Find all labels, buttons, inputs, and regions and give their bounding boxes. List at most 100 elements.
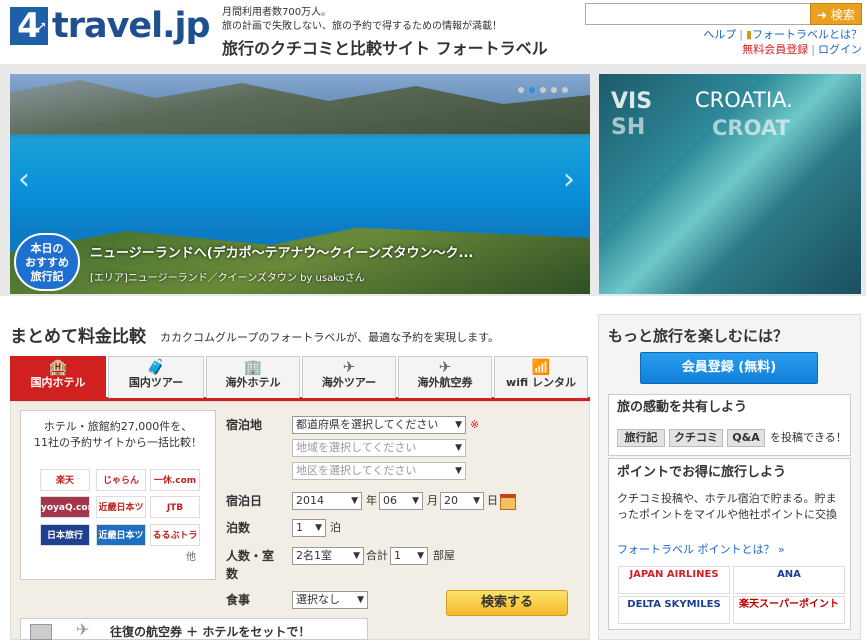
prefecture-select[interactable]: 都道府県を選択してください ▼ [292, 416, 466, 434]
partner-logo: 近畿日本ツーリスト [96, 496, 146, 518]
hero-subtitle[interactable]: [エリア]ニュージーランド／クイーンズタウン by usakoさん [90, 272, 365, 286]
air-hotel-text: 往復の航空券 ＋ ホテルをセットで！ [110, 625, 311, 639]
site-title: 旅行のクチコミと比較サイト フォートラベル [222, 39, 548, 58]
tab-0[interactable]: 🏨 国内ホテル [10, 356, 106, 398]
slide-next-icon[interactable]: › [563, 165, 575, 195]
year-value: 2014 [296, 494, 324, 507]
compare-description: カカクコムグループのフォートラベルが、最適な予約を実現します。 [160, 331, 500, 344]
people-select[interactable]: 2名1室 ▼ [292, 547, 364, 565]
year-select[interactable]: 2014 ▼ [292, 492, 362, 510]
about-link[interactable]: フォートラベルとは？ [752, 28, 862, 41]
tab-4[interactable]: ✈ 海外航空券 [398, 356, 492, 398]
side-banner-text-1: VIS [611, 89, 653, 114]
tab-5[interactable]: 📶 wifi レンタル [494, 356, 588, 398]
jal-logo: JAPAN AIRLINES [618, 566, 730, 594]
register-link[interactable]: 無料会員登録 [742, 43, 808, 56]
search-button[interactable]: ➜ 検索 [810, 3, 862, 25]
partner-logo: るるぶトラベル [150, 524, 200, 546]
chip-qa[interactable]: Q&A [727, 429, 765, 447]
tab-2[interactable]: 🏢 海外ホテル [206, 356, 300, 398]
pagination-dot[interactable] [518, 87, 524, 93]
chevron-down-icon: ▼ [412, 496, 419, 506]
compare-tabs: 🏨 国内ホテル 🧳 国内ツアー 🏢 海外ホテル ✈ 海外ツアー ✈ 海外航空券 📶 wifi レンタル [10, 353, 590, 401]
day-value: 20 [444, 494, 458, 507]
chevron-down-icon: ▼ [315, 523, 322, 533]
rooms-value: 1 [394, 549, 401, 562]
tab-icon: 📶 [531, 358, 551, 376]
member-register-button[interactable]: 会員登録 (無料) [640, 352, 818, 384]
side-banner-text-4: CROAT [712, 116, 790, 140]
nights-select[interactable]: 1 ▼ [292, 519, 326, 537]
partner-logo: 近畿日本ツーリスト [96, 524, 146, 546]
tab-label: 海外航空券 [417, 376, 473, 389]
chip-travelogue[interactable]: 旅行記 [617, 429, 665, 447]
slide-prev-icon[interactable]: ‹ [18, 165, 30, 195]
partner-logo: 一休.com [150, 469, 200, 491]
today-recommend-badge: 本日の おすすめ 旅行記 [14, 233, 80, 291]
hero-mountains [10, 80, 590, 134]
partner-logo: 日本旅行 [40, 524, 90, 546]
plane-icon: ✈ [76, 620, 90, 639]
tagline-users: 月間利用者数700万人。 [222, 7, 332, 18]
pagination-dot[interactable] [529, 87, 535, 93]
help-link[interactable]: ヘルプ [703, 28, 736, 41]
delta-logo: DELTA SKYMILES [618, 596, 730, 624]
partner-logo: 楽天 [40, 469, 90, 491]
tab-icon: ✈ [342, 358, 356, 376]
header-links-top: ヘルプ | ▮フォートラベルとは？ [703, 28, 862, 41]
share-title: 旅の感動を共有しよう [617, 400, 748, 415]
hero-title[interactable]: ニュージーランドへ(デカポ～テアナウ～クイーンズタウン～ク... [90, 245, 473, 263]
tab-label: 国内ツアー [128, 376, 184, 389]
destination-label: 宿泊地 [226, 418, 263, 432]
people-label: 人数・室 [226, 549, 275, 563]
badge-line-3: 旅行記 [30, 270, 64, 283]
point-info-link[interactable]: フォートラベル ポイントとは？ » [617, 543, 785, 557]
prefecture-value: 都道府県を選択してください [296, 418, 439, 431]
year-unit: 年 [366, 494, 377, 507]
tab-icon: 🏨 [48, 358, 68, 376]
side-banner-text-2: SH [611, 115, 646, 140]
other-partners-label: 他 [186, 552, 196, 563]
chevron-down-icon: ▼ [351, 496, 358, 506]
hotel-compare-text: 11社の予約サイトから一括比較！ [34, 436, 202, 449]
pagination-dot[interactable] [540, 87, 546, 93]
tab-label: 海外ホテル [225, 376, 281, 389]
pagination-dot[interactable] [551, 87, 557, 93]
tab-label: 海外ツアー [321, 376, 377, 389]
logo-mark[interactable]: 4 ↗ [10, 7, 48, 45]
tab-label: wifi レンタル [506, 376, 576, 389]
tab-3[interactable]: ✈ 海外ツアー [302, 356, 396, 398]
month-select[interactable]: 06 ▼ [379, 492, 423, 510]
rooms-select[interactable]: 1 ▼ [390, 547, 428, 565]
hero-pagination [518, 82, 573, 96]
month-value: 06 [383, 494, 397, 507]
logo-text[interactable]: travel.jp [52, 5, 211, 47]
compare-title: まとめて料金比較 [10, 327, 146, 347]
district-select[interactable]: 地区を選択してください ▼ [292, 462, 466, 480]
total-label: 合計 [366, 549, 388, 562]
month-unit: 月 [427, 494, 438, 507]
search-input[interactable] [585, 3, 811, 25]
nights-label: 泊数 [226, 521, 251, 535]
chevron-down-icon: ▼ [353, 551, 360, 561]
tab-label: 国内ホテル [30, 376, 86, 389]
ana-logo: ANA [733, 566, 845, 594]
hotel-search-button[interactable]: 検索する [446, 590, 568, 616]
meal-select[interactable]: 選択なし ▼ [292, 591, 368, 609]
nights-unit: 泊 [330, 521, 341, 534]
rakuten-point-logo: 楽天スーパーポイント [733, 596, 845, 624]
region-select[interactable]: 地域を選択してください ▼ [292, 439, 466, 457]
login-link[interactable]: ログイン [818, 43, 862, 56]
chip-review[interactable]: クチコミ [669, 429, 723, 447]
share-suffix: を投稿できる！ [770, 431, 847, 444]
district-value: 地区を選択してください [296, 464, 417, 477]
pagination-dot[interactable] [562, 87, 568, 93]
header-links-bottom: 無料会員登録 | ログイン [742, 43, 862, 56]
tab-1[interactable]: 🧳 国内ツアー [108, 356, 204, 398]
people-value: 2名1室 [296, 549, 332, 562]
required-mark: ※ [470, 418, 480, 431]
day-select[interactable]: 20 ▼ [440, 492, 484, 510]
nights-value: 1 [296, 521, 303, 534]
calendar-icon[interactable] [500, 494, 516, 510]
tab-icon: ✈ [438, 358, 452, 376]
